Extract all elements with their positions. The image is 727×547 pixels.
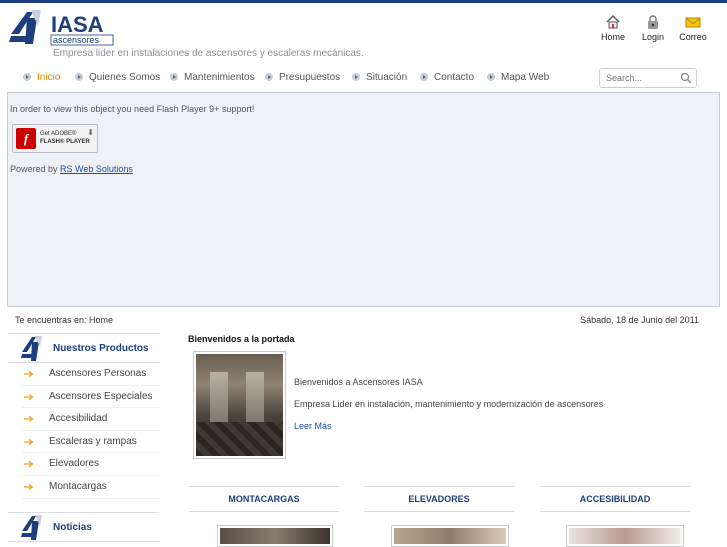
nav-situacion[interactable]: Situación — [352, 72, 407, 83]
iasa-mini-logo-icon — [21, 515, 42, 540]
nav-mantenimientos[interactable]: Mantenimientos — [170, 72, 255, 83]
product-elevadores[interactable]: Elevadores — [22, 453, 160, 476]
elevator-lobby-image — [193, 351, 286, 459]
product-label: Accesibilidad — [49, 413, 108, 425]
nav-label: Contacto — [434, 72, 475, 83]
product-montacargas[interactable]: Montacargas — [22, 476, 160, 499]
orange-arrow-icon — [24, 438, 34, 445]
welcome-heading: Bienvenidos a la portada — [188, 334, 295, 344]
bullet-arrow-icon — [265, 73, 273, 81]
accesibilidad-image[interactable] — [566, 525, 684, 547]
welcome-line2: Empresa Lider en instalación, mantenimie… — [294, 399, 604, 409]
bullet-arrow-icon — [170, 73, 178, 81]
home-icon — [606, 15, 620, 29]
search-icon[interactable] — [680, 72, 692, 84]
iasa-logo[interactable]: IASA ascensores — [7, 6, 115, 48]
product-label: Ascensores Personas — [49, 368, 147, 379]
category-accesibilidad[interactable]: ACCESIBILIDAD — [540, 486, 690, 512]
search-box — [599, 68, 697, 88]
slogan: Empresa lider en instalaciones de ascens… — [53, 48, 364, 59]
logo-text: IASA — [51, 12, 104, 37]
nav-presupuestos[interactable]: Presupuestos — [265, 72, 340, 83]
home-link[interactable]: Home — [593, 14, 633, 42]
search-input[interactable] — [606, 69, 678, 87]
bullet-arrow-icon — [23, 73, 31, 81]
logo-subtext: ascensores — [53, 35, 100, 45]
nav-quienes-somos[interactable]: Quienes Somos — [75, 72, 160, 83]
category-montacargas[interactable]: MONTACARGAS — [189, 486, 339, 512]
flash-message: In order to view this object you need Fl… — [10, 104, 255, 114]
products-panel-header: Nuestros Productos — [8, 333, 159, 363]
product-label: Ascensores Especiales — [49, 390, 153, 402]
nav-mapa-web[interactable]: Mapa Web — [487, 72, 549, 83]
montacargas-image[interactable] — [217, 525, 333, 547]
orange-arrow-icon — [24, 371, 34, 377]
flash-logo-icon: f — [16, 128, 36, 149]
product-label: Escaleras y rampas — [49, 435, 137, 447]
breadcrumb: Te encuentras en: Home — [15, 315, 114, 325]
elevator-door-shape — [210, 372, 228, 422]
bullet-arrow-icon — [420, 73, 428, 81]
news-panel-header: Noticias — [8, 512, 159, 542]
news-title: Noticias — [53, 522, 92, 533]
powered-link[interactable]: RS Web Solutions — [60, 164, 133, 174]
home-label: Home — [600, 32, 625, 42]
welcome-line1: Bienvenidos a Ascensores IASA — [294, 377, 423, 387]
flash-banner-area: In order to view this object you need Fl… — [7, 92, 720, 307]
correo-label: Correo — [679, 32, 707, 42]
elevadores-image[interactable] — [391, 525, 509, 547]
correo-link[interactable]: Correo — [673, 14, 713, 42]
get-flash-player-button[interactable]: f Get ADOBE® FLASH® PLAYER ⬇ — [12, 124, 98, 153]
floor-shape — [196, 422, 283, 456]
flash-button-line1: Get ADOBE® — [40, 131, 77, 137]
flash-button-line2: FLASH® PLAYER — [40, 139, 90, 145]
nav-inicio[interactable]: Inicio — [23, 72, 60, 83]
product-label: Montacargas — [49, 480, 107, 492]
orange-arrow-icon — [24, 483, 34, 490]
orange-arrow-icon — [24, 461, 34, 468]
lock-icon — [648, 15, 658, 29]
orange-arrow-icon — [24, 393, 34, 400]
category-elevadores[interactable]: ELEVADORES — [364, 486, 514, 512]
envelope-icon — [685, 17, 701, 28]
elevator-door-shape — [246, 372, 264, 422]
bullet-arrow-icon — [75, 73, 83, 81]
orange-arrow-icon — [24, 416, 34, 423]
top-accent-bar — [0, 0, 727, 3]
nav-label: Mantenimientos — [184, 72, 255, 83]
product-accesibilidad[interactable]: Accesibilidad — [22, 408, 160, 431]
read-more-link[interactable]: Leer Más — [294, 421, 332, 431]
product-ascensores-personas[interactable]: Ascensores Personas — [22, 363, 160, 386]
bullet-arrow-icon — [352, 73, 360, 81]
nav-label: Quienes Somos — [89, 72, 161, 83]
bullet-arrow-icon — [487, 73, 495, 81]
iasa-mini-logo-icon — [21, 336, 42, 361]
powered-by: Powered by RS Web Solutions — [10, 164, 133, 174]
product-escaleras-rampas[interactable]: Escaleras y rampas — [22, 431, 160, 454]
product-ascensores-especiales[interactable]: Ascensores Especiales — [22, 386, 160, 409]
download-arrow-icon: ⬇ — [87, 128, 94, 137]
products-list: Ascensores Personas Ascensores Especiale… — [22, 363, 160, 499]
nav-label: Presupuestos — [279, 72, 341, 83]
products-title: Nuestros Productos — [53, 343, 149, 354]
login-link[interactable]: Login — [633, 14, 673, 42]
nav-label: Mapa Web — [501, 72, 550, 83]
login-label: Login — [641, 32, 665, 42]
nav-label: Situación — [366, 72, 408, 83]
nav-contacto[interactable]: Contacto — [420, 72, 474, 83]
current-date: Sábado, 18 de Junio del 2011 — [580, 315, 699, 325]
product-label: Elevadores — [49, 458, 100, 470]
nav-label: Inicio — [37, 72, 61, 83]
powered-prefix: Powered by — [10, 164, 58, 174]
